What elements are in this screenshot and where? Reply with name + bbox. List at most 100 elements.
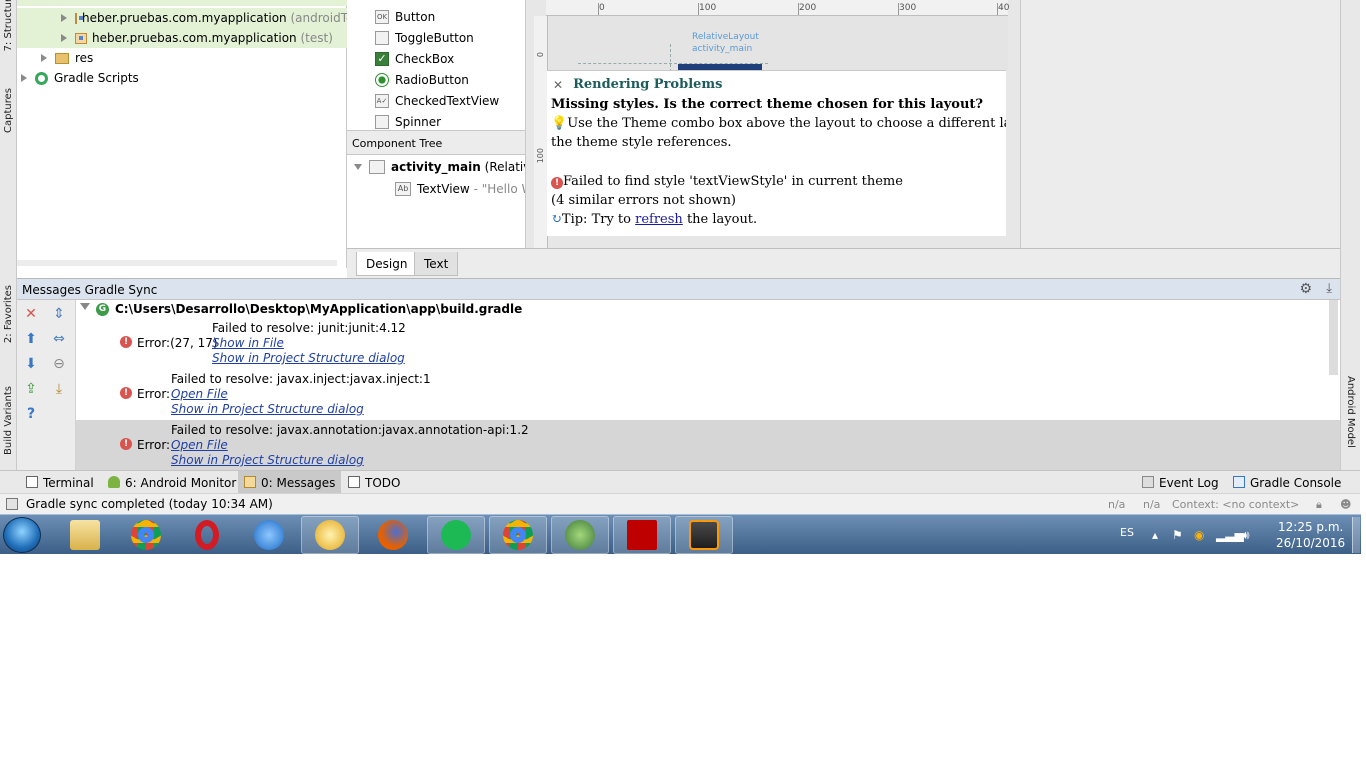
tool-windows-toggle-icon[interactable] [6,498,18,510]
avast-icon[interactable]: ◉ [1194,528,1208,542]
collapse-arrow-icon[interactable] [354,164,362,170]
clock-time[interactable]: 12:25 p.m. [1278,520,1343,534]
expand-arrow-icon[interactable] [61,14,67,22]
right-tool-strip: Android Model [1340,0,1360,470]
device-preview[interactable]: RelativeLayout activity_main [548,16,1008,72]
download-icon[interactable]: ⤓ [50,380,68,398]
tree-row-android-test[interactable]: heber.pruebas.com.myapplication (android… [17,8,369,28]
tree-row-main-activity[interactable] [17,0,347,6]
folder-icon [70,520,100,550]
lock-icon[interactable]: 🔒︎ [1316,498,1322,512]
tab-text[interactable]: Text [414,252,459,276]
network-icon[interactable]: ▂▃▅ [1216,528,1244,542]
error-row-selected[interactable]: ! Error: Failed to resolve: javax.annota… [76,420,1340,470]
messages-scrollbar[interactable] [1329,300,1338,375]
collapse-all-icon[interactable]: ⇔ [50,330,68,348]
status-context[interactable]: Context: <no context> [1172,498,1299,511]
show-hidden-icons-icon[interactable]: ▴ [1152,528,1166,542]
tree-row-gradle-scripts[interactable]: Gradle Scripts [17,68,139,88]
hide-panel-icon[interactable]: ⤓ [1326,281,1332,296]
error-text: Failed to resolve: junit:junit:4.12 [212,321,406,335]
refresh-link[interactable]: refresh [635,212,683,227]
messages-button[interactable]: 0: Messages [238,471,342,494]
structure-tab[interactable]: 7: Structure [1,0,16,52]
tree-row-test[interactable]: heber.pruebas.com.myapplication (test) [17,28,347,48]
previous-icon[interactable]: ⬆ [22,330,40,348]
gradle-console-icon [1233,476,1245,488]
opera-taskbar-icon[interactable] [178,516,236,554]
chrome-taskbar-icon[interactable] [117,516,175,554]
palette-item-checkedtextview[interactable]: A✓ CheckedTextView [375,90,499,111]
chrome-window-taskbar-icon[interactable] [489,516,547,554]
show-in-file-link[interactable]: Show in File [212,336,284,350]
gradle-file-label: G C:\Users\Desarrollo\Desktop\MyApplicat… [96,302,522,316]
hector-icon[interactable]: ☻ [1340,498,1351,511]
firefox-taskbar-icon[interactable] [364,516,422,554]
tree-horizontal-scrollbar[interactable] [17,260,337,266]
internet-explorer-taskbar-icon[interactable] [240,516,298,554]
todo-button[interactable]: TODO [342,471,406,494]
show-in-project-structure-link[interactable]: Show in Project Structure dialog [212,351,405,365]
palette-item-togglebutton[interactable]: ToggleButton [375,27,474,48]
palette-item-checkbox[interactable]: ✓ CheckBox [375,48,454,69]
ruler-label: 100 [699,3,717,13]
expand-arrow-icon[interactable] [61,34,67,42]
start-button-icon[interactable] [3,517,41,553]
media-taskbar-icon[interactable] [301,516,359,554]
favorites-tab[interactable]: 2: Favorites [1,282,16,346]
expand-arrow-icon[interactable] [41,54,47,62]
terminal-button[interactable]: Terminal [20,471,100,494]
filezilla-taskbar-icon[interactable] [613,516,671,554]
help-icon[interactable]: ? [22,405,40,423]
style-error-text: Failed to find style 'textViewStyle' in … [563,174,903,189]
close-icon[interactable]: ✕ [22,305,40,323]
clock-date[interactable]: 26/10/2016 [1276,536,1345,550]
palette-item-radiobutton[interactable]: RadioButton [375,69,469,90]
filter-errors-icon[interactable]: ⊖ [50,355,68,373]
palette-item-label: ToggleButton [395,30,474,45]
palette-item-label: CheckBox [395,51,455,66]
tree-row-res[interactable]: res [17,48,93,68]
system-tray: ES ▴ ⚑ ◉ ▂▃▅ 🔊︎ 12:25 p.m. 26/10/2016 [1108,515,1361,555]
android-model-tab[interactable]: Android Model [1343,362,1358,462]
expand-arrow-icon[interactable] [21,74,27,82]
android-studio-taskbar-icon[interactable] [551,516,609,554]
gradle-console-button[interactable]: Gradle Console [1227,471,1347,494]
button-widget-icon: OK [375,9,389,24]
error-row[interactable]: ! Error: Failed to resolve: javax.inject… [76,370,1340,420]
rendering-problems-heading: Missing styles. Is the correct theme cho… [551,97,984,112]
show-desktop-button[interactable] [1352,517,1360,553]
sublime-taskbar-icon[interactable] [675,516,733,554]
spotify-icon [441,520,471,550]
explorer-taskbar-icon[interactable] [56,516,114,554]
palette-item-button[interactable]: OK Button [375,6,435,27]
tab-design[interactable]: Design [356,252,418,276]
chrome-icon [131,520,161,550]
flag-icon[interactable]: ⚑ [1172,528,1186,542]
open-file-link[interactable]: Open File [171,438,228,452]
file-row[interactable]: G C:\Users\Desarrollo\Desktop\MyApplicat… [76,300,1340,318]
left-tool-strip: 7: Structure Captures 2: Favorites Build… [0,0,17,470]
spotify-taskbar-icon[interactable] [427,516,485,554]
export-icon[interactable]: ⇪ [22,380,40,398]
next-icon[interactable]: ⬇ [22,355,40,373]
gear-icon[interactable]: ⚙ [1299,281,1312,297]
tree-item-label: heber.pruebas.com.myapplication [92,31,297,45]
textview-icon: Ab [395,182,411,196]
build-variants-tab-label: Build Variants [3,385,14,455]
palette-item-spinner[interactable]: Spinner [375,111,441,132]
language-indicator[interactable]: ES [1120,526,1134,539]
build-variants-tab[interactable]: Build Variants [1,380,16,460]
android-monitor-button[interactable]: 6: Android Monitor [102,471,242,494]
show-in-project-structure-link[interactable]: Show in Project Structure dialog [171,453,364,467]
captures-tab[interactable]: Captures [1,80,16,140]
expand-all-icon[interactable]: ⇕ [50,305,68,323]
open-file-link[interactable]: Open File [171,387,228,401]
error-row[interactable]: ! Error:(27, 17) Failed to resolve: juni… [76,319,1340,369]
tool-window-bar: Terminal 6: Android Monitor 0: Messages … [0,470,1360,494]
close-icon[interactable]: ✕ [553,78,563,92]
show-in-project-structure-link[interactable]: Show in Project Structure dialog [171,402,364,416]
event-log-button[interactable]: Event Log [1136,471,1225,494]
volume-icon[interactable]: 🔊︎ [1242,528,1256,542]
collapse-arrow-icon[interactable] [80,303,90,310]
